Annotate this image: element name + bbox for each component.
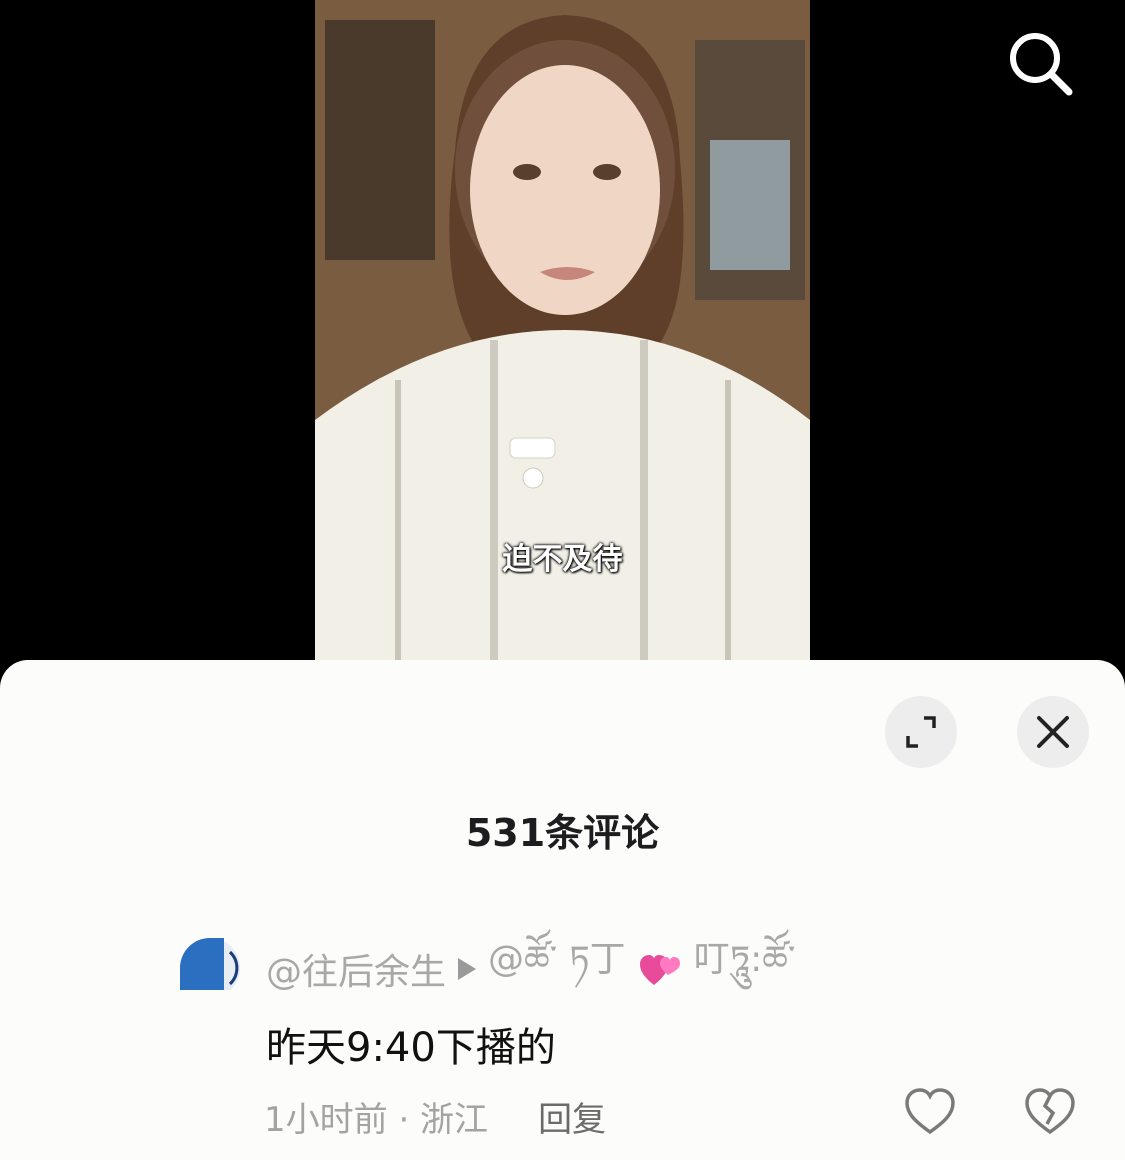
avatar-image [180, 938, 240, 990]
broken-heart-icon [1025, 1088, 1075, 1135]
comment-count-title: 531条评论 [465, 811, 660, 855]
two-hearts-emoji [639, 955, 680, 985]
play-arrow-icon [458, 958, 477, 980]
avatar[interactable] [180, 938, 240, 990]
expand-button[interactable] [885, 696, 957, 768]
reply-target-prefix[interactable]: @ཚོ་ [488, 918, 557, 1020]
comment-author[interactable]: @往后余生 [266, 943, 446, 995]
close-button[interactable] [1017, 696, 1089, 768]
comment-author-line: @往后余生 @ཚོ་ ཏ丁 叮ཏཱུ:ཚོ་ [266, 939, 795, 995]
video-frame[interactable]: 迫不及待 [315, 0, 810, 660]
reply-button[interactable]: 回复 [538, 1092, 606, 1141]
heart-outline-icon [905, 1088, 955, 1135]
comments-sheet: 531条评论 @往后余生 @ཚོ་ ཏ丁 叮ཏཱུ:ཚོ་ 昨天9:40下播的 … [0, 660, 1125, 1160]
reply-target-suffix[interactable]: ཏ丁 [569, 918, 625, 1020]
comment-time-location: 1小时前 · 浙江 [264, 1100, 489, 1140]
dislike-button[interactable] [1022, 1084, 1078, 1140]
comment-meta: 1小时前 · 浙江 回复 [264, 1092, 606, 1141]
like-button[interactable] [902, 1084, 958, 1140]
search-icon [1010, 33, 1073, 96]
search-button[interactable] [1005, 28, 1077, 100]
expand-icon [906, 716, 936, 748]
comment-text: 昨天9:40下播的 [266, 1025, 556, 1071]
video-player[interactable]: 迫不及待 [0, 0, 1125, 700]
reply-target-end[interactable]: 叮ཏཱུ:ཚོ་ [694, 918, 796, 1020]
close-icon [1037, 716, 1069, 748]
video-subtitle: 迫不及待 [502, 542, 623, 577]
